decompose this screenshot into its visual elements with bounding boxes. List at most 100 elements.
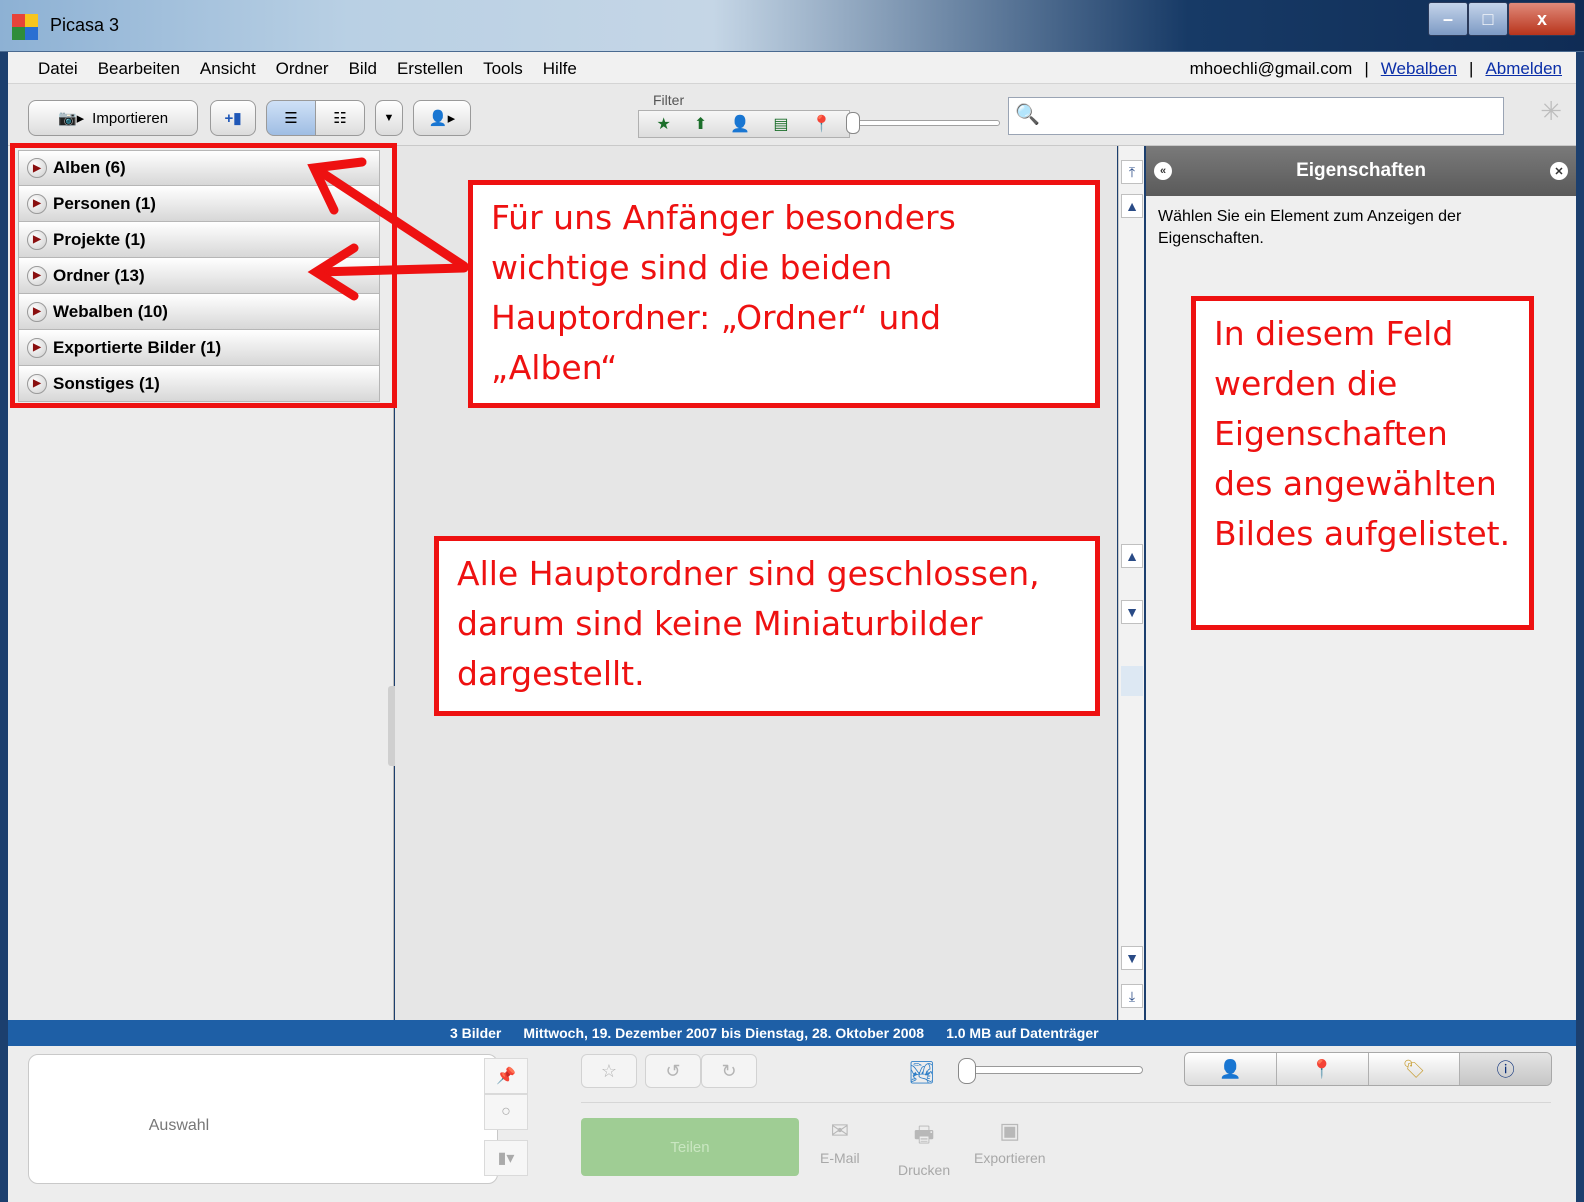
menu-tools[interactable]: Tools (473, 59, 533, 79)
clear-selection-icon[interactable]: ○ (484, 1094, 528, 1130)
scroll-bottom-icon[interactable]: ⤓ (1121, 984, 1143, 1008)
folder-list-highlight (10, 143, 397, 408)
window-controls: – □ x (1428, 2, 1576, 36)
star-button[interactable]: ☆ (581, 1054, 637, 1088)
window-title: Picasa 3 (50, 15, 120, 35)
menu-hilfe[interactable]: Hilfe (533, 59, 587, 79)
list-view-icon: ☰ (284, 110, 298, 127)
scroll-top-icon[interactable]: ⤒ (1121, 160, 1143, 184)
share-button[interactable]: Teilen (581, 1118, 799, 1176)
close-button[interactable]: x (1508, 2, 1576, 36)
upload-filter-icon[interactable]: ⬆ (694, 114, 707, 134)
tab-places[interactable]: 📍 (1276, 1053, 1369, 1085)
tree-view-button[interactable]: ☷ (315, 100, 365, 136)
import-label: Importieren (92, 109, 169, 127)
rotate-right-button[interactable]: ↻ (701, 1054, 757, 1088)
menu-datei[interactable]: Datei (28, 59, 88, 79)
rotate-left-button[interactable]: ↺ (645, 1054, 701, 1088)
date-filter-slider[interactable] (850, 120, 1000, 126)
callout-main-folders: Für uns Anfänger besonders wichtige sind… (468, 180, 1100, 408)
menu-bild[interactable]: Bild (339, 59, 387, 79)
chevron-down-icon: ▼ (383, 112, 395, 124)
menu-bar: Datei Bearbeiten Ansicht Ordner Bild Ers… (8, 52, 1576, 84)
properties-title: Eigenschaften (1296, 160, 1426, 181)
search-icon: 🔍 (1015, 104, 1040, 126)
add-album-icon: +▮ (224, 110, 242, 127)
map-pin-icon: 📍 (1310, 1058, 1334, 1079)
add-to-album-button[interactable]: +▮ (210, 100, 256, 136)
close-icon[interactable]: ✕ (1550, 162, 1568, 180)
tab-properties[interactable]: ⓘ (1460, 1053, 1551, 1085)
callout-properties: In diesem Feld werden die Eigenschaften … (1191, 296, 1534, 630)
menu-bearbeiten[interactable]: Bearbeiten (88, 59, 190, 79)
toolbar: 📷▸ Importieren +▮ ☰ ☷ ▼ 👤▸ Filter ★ ⬆ 👤 … (8, 84, 1576, 146)
flat-view-button[interactable]: ☰ (266, 100, 316, 136)
export-label: Exportieren (974, 1150, 1046, 1166)
scroll-page-up-icon[interactable]: ▲ (1121, 544, 1143, 568)
email-icon: ✉ (830, 1118, 850, 1143)
tray-divider (581, 1102, 1551, 1103)
status-bar: 3 Bilder Mittwoch, 19. Dezember 2007 bis… (8, 1020, 1576, 1046)
email-button[interactable]: ✉ E-Mail (820, 1118, 860, 1166)
tree-view-icon: ☷ (333, 110, 347, 127)
thumbnail-size-slider[interactable] (963, 1066, 1143, 1074)
status-image-count: 3 Bilder (450, 1025, 502, 1041)
printer-icon: 🖶 (913, 1122, 935, 1147)
selection-label: Auswahl (148, 1117, 210, 1134)
tab-tags[interactable]: 🏷 (1368, 1053, 1461, 1085)
minimize-button[interactable]: – (1428, 2, 1468, 36)
import-button[interactable]: 📷▸ Importieren (28, 100, 198, 136)
filter-label: Filter (653, 92, 685, 108)
window-titlebar: Picasa 3 – □ x (0, 0, 1584, 52)
menu-ansicht[interactable]: Ansicht (190, 59, 266, 79)
export-button[interactable]: ▣ Exportieren (974, 1118, 1046, 1166)
person-filter-icon[interactable]: 👤 (730, 114, 750, 134)
video-filter-icon[interactable]: ▤ (773, 114, 788, 134)
menu-ordner[interactable]: Ordner (266, 59, 339, 79)
scroll-page-down-icon[interactable]: ▼ (1121, 600, 1143, 624)
add-to-album-icon[interactable]: ▮▾ (484, 1140, 528, 1176)
status-disk-usage: 1.0 MB auf Datenträger (946, 1025, 1099, 1041)
scroll-up-icon[interactable]: ▲ (1121, 194, 1143, 218)
account-separator: | (1364, 59, 1369, 78)
selection-tray[interactable]: Auswahl (28, 1054, 498, 1184)
scroll-thumb[interactable] (1121, 666, 1143, 696)
status-date-range: Mittwoch, 19. Dezember 2007 bis Dienstag… (523, 1025, 925, 1041)
info-icon: ⓘ (1496, 1060, 1515, 1080)
maximize-button[interactable]: □ (1468, 2, 1508, 36)
panel-tabs: 👤 📍 🏷 ⓘ (1184, 1052, 1552, 1086)
search-input[interactable]: 🔍 (1008, 97, 1504, 135)
callout-folders-closed-text: Alle Hauptordner sind geschlossen, darum… (457, 554, 1040, 693)
star-filter-icon[interactable]: ★ (657, 114, 671, 134)
account-email: mhoechli@gmail.com (1189, 59, 1353, 78)
hold-icon[interactable]: 📌 (484, 1058, 528, 1094)
callout-main-folders-text: Für uns Anfänger besonders wichtige sind… (491, 198, 956, 387)
rotate-right-icon: ↻ (721, 1060, 737, 1081)
people-icon: 👤▸ (428, 110, 456, 127)
properties-message: Wählen Sie ein Element zum Anzeigen der … (1158, 208, 1462, 247)
webalbums-link[interactable]: Webalben (1381, 59, 1457, 79)
logout-link[interactable]: Abmelden (1485, 59, 1562, 79)
scroll-down-icon[interactable]: ▼ (1121, 946, 1143, 970)
export-folder-icon: ▣ (999, 1118, 1021, 1143)
email-label: E-Mail (820, 1150, 860, 1166)
people-button[interactable]: 👤▸ (413, 100, 471, 136)
geotag-filter-icon[interactable]: 📍 (812, 114, 832, 134)
tag-icon: 🏷 (1402, 1058, 1426, 1079)
thumbnail-size-slider-handle[interactable] (958, 1058, 976, 1084)
tab-people[interactable]: 👤 (1185, 1053, 1277, 1085)
camera-icon: 📷▸ (57, 110, 85, 127)
callout-folders-closed: Alle Hauptordner sind geschlossen, darum… (434, 536, 1100, 716)
library-scrollbar[interactable]: ⤒ ▲ ▲ ▼ ▼ ⤓ (1118, 146, 1144, 1020)
thumbnail-size-icon: 🏞 (908, 1060, 936, 1085)
share-label: Teilen (670, 1138, 710, 1156)
rotate-left-icon: ↺ (665, 1060, 681, 1081)
callout-properties-text: In diesem Feld werden die Eigenschaften … (1214, 314, 1511, 553)
print-label: Drucken (898, 1162, 951, 1178)
date-filter-slider-handle[interactable] (846, 112, 860, 134)
account-area: mhoechli@gmail.com | Webalben | Abmelden (1190, 59, 1562, 79)
print-button[interactable]: 🖶 Drucken (898, 1118, 950, 1178)
menu-erstellen[interactable]: Erstellen (387, 59, 473, 79)
account-separator: | (1469, 59, 1474, 78)
view-options-dropdown[interactable]: ▼ (375, 100, 403, 136)
